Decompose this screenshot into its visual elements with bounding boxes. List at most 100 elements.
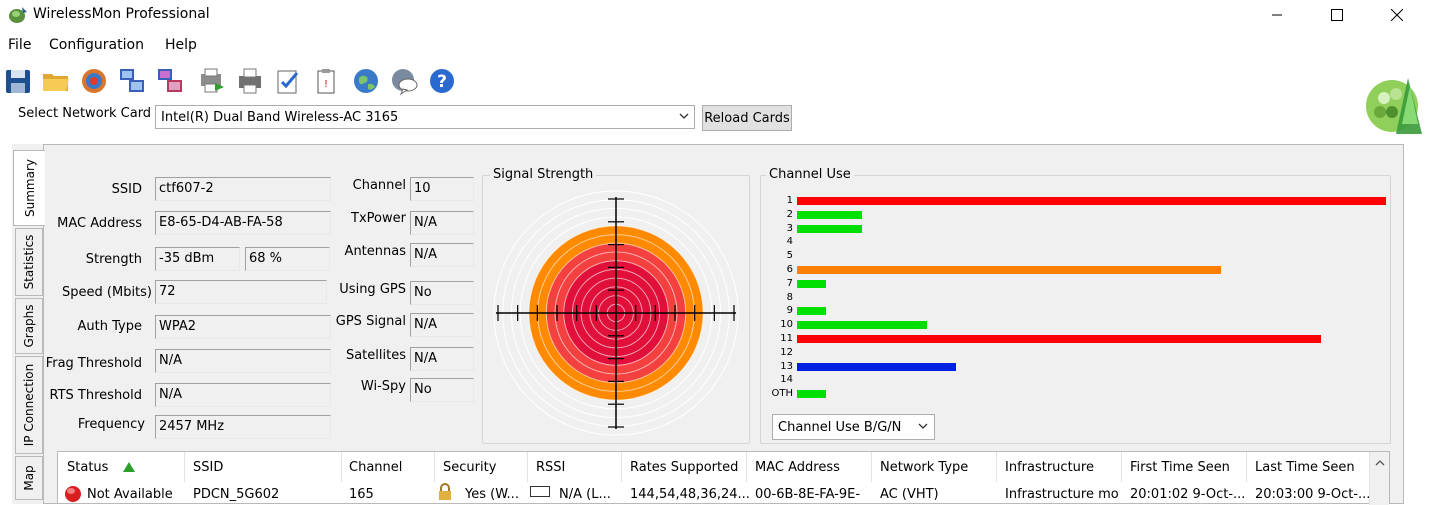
- column-header-last-time-seen[interactable]: Last Time Seen: [1255, 460, 1355, 475]
- auth-type-label: Auth Type: [77, 319, 142, 334]
- network-card-icon[interactable]: [117, 66, 147, 96]
- title-bar: WirelessMon Professional: [0, 0, 1430, 30]
- row-channel[interactable]: 165: [349, 487, 374, 502]
- column-header-first-time-seen[interactable]: First Time Seen: [1130, 460, 1230, 475]
- channel-label: Channel: [352, 178, 406, 193]
- network-card-log-icon[interactable]: [155, 66, 185, 96]
- row-rssi[interactable]: N/A (L...: [559, 487, 611, 502]
- menu-configuration[interactable]: Configuration: [49, 37, 144, 53]
- channel-mode-select[interactable]: Channel Use B/G/N: [772, 414, 935, 440]
- network-card-select[interactable]: Intel(R) Dual Band Wireless-AC 3165: [155, 105, 695, 129]
- row-network-type[interactable]: AC (VHT): [880, 487, 939, 502]
- channel-bar: [797, 224, 862, 233]
- column-header-network-type[interactable]: Network Type: [880, 460, 968, 475]
- speed-field: 72: [155, 280, 327, 304]
- row-status[interactable]: Not Available: [87, 487, 173, 502]
- channel-label: 9: [786, 305, 793, 317]
- rts-threshold-label: RTS Threshold: [49, 388, 142, 403]
- web-support-icon[interactable]: [389, 66, 419, 96]
- help-icon[interactable]: ?: [427, 66, 457, 96]
- save-icon[interactable]: [3, 66, 33, 96]
- chevron-down-icon: [679, 113, 689, 119]
- column-header-ssid[interactable]: SSID: [193, 460, 223, 475]
- channel-label: 5: [786, 250, 793, 262]
- channel-label: OTH: [771, 388, 794, 400]
- tab-map[interactable]: Map: [15, 456, 43, 500]
- tab-graphs[interactable]: Graphs: [15, 298, 43, 354]
- channel-bar: [797, 197, 1386, 205]
- signal-strength-meter: [493, 190, 739, 436]
- print-preview-icon[interactable]: [197, 66, 227, 96]
- channel-mode-value: Channel Use B/G/N: [778, 420, 902, 435]
- strength-label: Strength: [85, 252, 142, 267]
- settings-check-icon[interactable]: [273, 66, 303, 96]
- minimize-icon: [1272, 14, 1282, 16]
- column-header-status[interactable]: Status: [67, 460, 108, 475]
- minimize-button[interactable]: [1254, 0, 1300, 30]
- clipboard-icon[interactable]: !: [311, 66, 341, 96]
- frequency-label: Frequency: [77, 417, 145, 432]
- rssi-bar-icon: [530, 486, 550, 497]
- toolbar: ! ?: [0, 62, 480, 98]
- reload-cards-button[interactable]: Reload Cards: [702, 105, 792, 131]
- wi-spy-label: Wi-Spy: [360, 379, 406, 394]
- tab-statistics[interactable]: Statistics: [15, 228, 43, 296]
- signal-strength-title: Signal Strength: [490, 167, 597, 182]
- table-scrollbar[interactable]: [1369, 452, 1389, 505]
- web-icon[interactable]: [351, 66, 381, 96]
- svg-text:!: !: [324, 79, 328, 90]
- column-header-channel[interactable]: Channel: [349, 460, 402, 475]
- print-icon[interactable]: [235, 66, 265, 96]
- satellites-field: N/A: [410, 347, 474, 371]
- row-rates-supported[interactable]: 144,54,48,36,24...: [630, 487, 750, 502]
- channel-bar: [797, 390, 827, 399]
- column-header-rssi[interactable]: RSSI: [536, 460, 565, 475]
- column-header-security[interactable]: Security: [443, 460, 496, 475]
- frequency-field: 2457 MHz: [155, 415, 331, 439]
- strength-percent-field: 68 %: [245, 247, 330, 271]
- channel-use-title: Channel Use: [766, 167, 854, 182]
- column-header-infrastructure[interactable]: Infrastructure: [1005, 460, 1094, 475]
- using-gps-label: Using GPS: [339, 282, 406, 297]
- chevron-down-icon: [918, 423, 928, 429]
- open-folder-icon[interactable]: [41, 66, 71, 96]
- row-infrastructure[interactable]: Infrastructure mo: [1005, 487, 1119, 502]
- gps-signal-field: N/A: [410, 313, 474, 337]
- frag-threshold-field: N/A: [155, 349, 331, 373]
- strength-dbm-field: -35 dBm: [155, 247, 240, 271]
- channel-label: 12: [780, 346, 793, 358]
- speed-label: Speed (Mbits): [62, 285, 152, 300]
- channel-label: 8: [786, 291, 793, 303]
- tab-ip-connection[interactable]: IP Connection: [15, 356, 43, 454]
- maximize-icon: [1331, 9, 1343, 21]
- gps-signal-label: GPS Signal: [335, 314, 406, 329]
- menu-file[interactable]: File: [8, 37, 31, 53]
- rts-threshold-field: N/A: [155, 383, 331, 407]
- channel-label: 6: [786, 264, 793, 275]
- channel-label: 4: [786, 236, 793, 248]
- tab-summary[interactable]: Summary: [13, 150, 45, 226]
- channel-bar: [797, 321, 927, 330]
- antennas-field: N/A: [410, 243, 474, 267]
- close-button[interactable]: [1374, 0, 1420, 30]
- scroll-up-icon[interactable]: [1374, 458, 1386, 468]
- target-icon[interactable]: [79, 66, 109, 96]
- channel-bar: [797, 335, 1322, 343]
- mac-address-label: MAC Address: [57, 216, 142, 231]
- row-ssid[interactable]: PDCN_5G602: [193, 487, 279, 502]
- wirelessmon-logo-icon: [1366, 78, 1422, 134]
- channel-bar: [797, 210, 862, 219]
- row-first-time-seen[interactable]: 20:01:02 9-Oct-...: [1130, 487, 1245, 502]
- maximize-button[interactable]: [1314, 0, 1360, 30]
- row-last-time-seen[interactable]: 20:03:00 9-Oct-...: [1255, 487, 1370, 502]
- column-header-rates-supported[interactable]: Rates Supported: [630, 460, 738, 475]
- menu-help[interactable]: Help: [165, 37, 197, 53]
- auth-type-field: WPA2: [155, 315, 331, 339]
- frag-threshold-label: Frag Threshold: [45, 356, 142, 371]
- app-logo-icon: [9, 7, 27, 23]
- column-header-mac-address[interactable]: MAC Address: [755, 460, 840, 475]
- channel-label: 1: [786, 195, 793, 206]
- row-mac-address[interactable]: 00-6B-8E-FA-9E-: [755, 487, 860, 502]
- row-security[interactable]: Yes (W...: [465, 487, 519, 502]
- lock-icon: [439, 483, 451, 500]
